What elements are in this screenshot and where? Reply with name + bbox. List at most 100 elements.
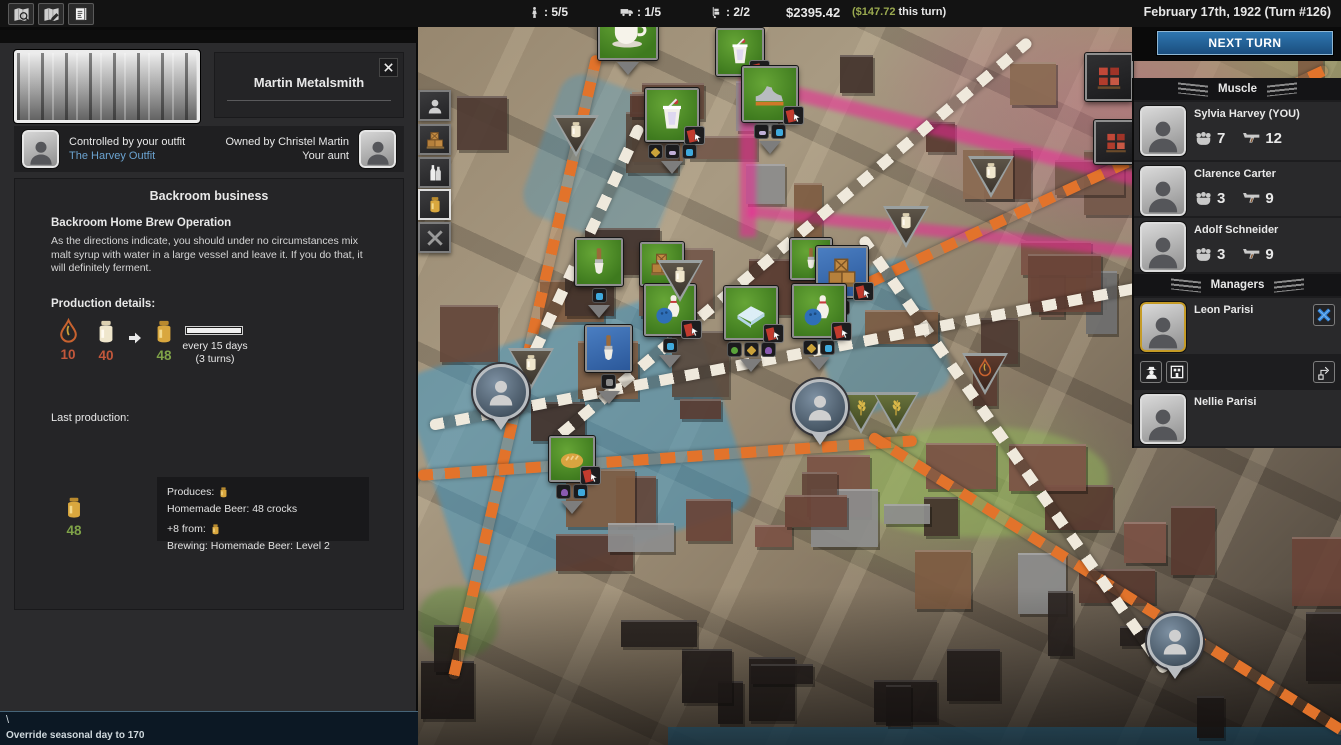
- next-turn-button[interactable]: NEXT TURN: [1157, 31, 1333, 55]
- input-resource[interactable]: 10: [51, 318, 85, 362]
- revolver-icon: [1241, 188, 1261, 208]
- money-total[interactable]: $2395.42: [786, 5, 840, 20]
- ice-map-tile[interactable]: [724, 286, 778, 372]
- shoes-map-tile[interactable]: [742, 66, 798, 154]
- truck-icon: [620, 5, 634, 19]
- melee-stat: 7: [1194, 129, 1225, 148]
- muscle-row-adolf[interactable]: Adolf Schneider 3 9: [1134, 218, 1341, 272]
- shake-map-tile[interactable]: [645, 88, 699, 174]
- jar-pin[interactable]: [657, 260, 703, 302]
- avatar: [1140, 222, 1186, 272]
- person-icon: [528, 6, 541, 19]
- backroom-business-box: Backroom business Backroom Home Brew Ope…: [14, 178, 404, 610]
- crock-jar-icon: [92, 318, 120, 346]
- jar-pin[interactable]: [553, 115, 599, 157]
- portrait-silhouette-icon: [802, 389, 838, 425]
- outfit-link[interactable]: The Harvey Outfit: [69, 149, 185, 163]
- input-resource[interactable]: 40: [89, 318, 123, 363]
- redgoods-map-tile[interactable]: [1085, 53, 1133, 101]
- bread-map-tile[interactable]: [549, 436, 595, 514]
- game-date: February 17th, 1922 (Turn #126): [1144, 5, 1331, 19]
- bowling-map-tile[interactable]: [792, 284, 846, 370]
- console-history: Override seasonal day to 170: [6, 730, 418, 741]
- tile-pointer-icon: [759, 141, 781, 154]
- mash-drop-icon: [55, 318, 82, 345]
- notes-button[interactable]: [68, 3, 94, 25]
- notes-icon: [73, 6, 89, 22]
- wheat-icon: [886, 397, 906, 429]
- claim-ticket-icon[interactable]: [763, 324, 784, 343]
- handcart-capacity-stat[interactable]: : 2/2: [710, 5, 750, 19]
- tile-pointer-icon: [617, 62, 639, 75]
- blue-x-icon: [1316, 307, 1332, 323]
- manager-row-leon[interactable]: Leon Parisi: [1134, 298, 1341, 354]
- owner-avatar[interactable]: [359, 130, 396, 168]
- jar-pin[interactable]: [883, 206, 929, 248]
- section-title: Backroom business: [15, 189, 403, 203]
- gold-badge-icon: [648, 144, 663, 159]
- knuckles-icon: [1194, 189, 1213, 208]
- claim-ticket-icon[interactable]: [684, 126, 705, 145]
- close-button[interactable]: [379, 58, 398, 77]
- console-input[interactable]: \: [6, 714, 418, 726]
- production-progress-bar: [185, 326, 243, 335]
- assignment-pin-button[interactable]: [1313, 304, 1335, 326]
- building-title-box: Martin Metalsmith: [214, 52, 404, 118]
- brush-icon: [594, 334, 623, 363]
- drop-pin[interactable]: [962, 353, 1008, 395]
- building-assignment-button[interactable]: [1166, 361, 1188, 383]
- gold-badge-icon: [744, 342, 759, 357]
- map-edit-icon: [43, 6, 60, 23]
- map-edit-button[interactable]: [38, 3, 64, 25]
- saucer-badge-icon: [754, 124, 769, 139]
- jar-icon: [566, 120, 586, 152]
- crew-location-pin[interactable]: [792, 379, 848, 445]
- claim-ticket-icon[interactable]: [831, 322, 852, 341]
- claim-ticket-icon[interactable]: [580, 466, 601, 485]
- brush-map-tile[interactable]: [585, 325, 632, 404]
- controller-avatar[interactable]: [22, 130, 59, 168]
- claim-ticket-icon[interactable]: [681, 320, 702, 339]
- revolver-icon: [1241, 128, 1261, 148]
- drop-icon: [975, 358, 995, 390]
- muscle-row-sylvia[interactable]: Sylvia Harvey (YOU) 7 12: [1134, 102, 1341, 160]
- muscle-header: Muscle: [1134, 78, 1341, 100]
- route-button[interactable]: [1313, 361, 1335, 383]
- map-overview-button[interactable]: [8, 3, 34, 25]
- wheat-pin[interactable]: [873, 392, 919, 434]
- tile-pointer-icon: [561, 501, 583, 514]
- beer-jar-icon: [209, 523, 222, 536]
- claim-ticket-icon[interactable]: [783, 106, 804, 125]
- muscle-row-clarence[interactable]: Clarence Carter 3 9: [1134, 162, 1341, 216]
- production-cycle: every 15 days (3 turns): [169, 340, 261, 366]
- portrait-silhouette-icon: [483, 374, 519, 410]
- portrait-silhouette-icon: [1143, 230, 1183, 270]
- claim-ticket-icon[interactable]: [853, 282, 874, 301]
- vehicle-capacity-stat[interactable]: : 1/5: [620, 5, 661, 19]
- blue-badge-icon: [573, 484, 588, 499]
- jar-icon: [670, 265, 690, 297]
- crew-location-pin[interactable]: [473, 364, 529, 430]
- wheat-icon: [851, 397, 871, 429]
- owned-by-label: Owned by Christel Martin: [226, 135, 350, 149]
- debug-console[interactable]: \ Override seasonal day to 170: [0, 711, 418, 745]
- portrait-silhouette-icon: [26, 136, 56, 166]
- blue-badge-icon: [592, 288, 607, 303]
- managers-header: Managers: [1134, 274, 1341, 296]
- crew-name: Clarence Carter: [1194, 168, 1335, 180]
- crew-location-pin[interactable]: [1147, 613, 1203, 679]
- brush-map-tile[interactable]: [575, 238, 623, 318]
- crew-capacity-stat[interactable]: : 5/5: [528, 5, 568, 19]
- production-tooltip: Produces: Homemade Beer: 48 crocks +8 fr…: [157, 477, 369, 541]
- manager-row-nellie[interactable]: Nellie Parisi: [1134, 390, 1341, 446]
- next-turn-strip: NEXT TURN: [1132, 27, 1341, 61]
- avatar: [1140, 302, 1186, 352]
- last-production-label: Last production:: [51, 412, 403, 424]
- beer-jar-icon: [61, 495, 87, 521]
- jar-pin[interactable]: [968, 156, 1014, 198]
- manager-name: Leon Parisi: [1194, 304, 1305, 316]
- building-photo: [14, 50, 200, 123]
- melee-stat: 3: [1194, 245, 1225, 264]
- spy-assignment-button[interactable]: [1140, 361, 1162, 383]
- last-production-resource[interactable]: 48: [57, 495, 91, 538]
